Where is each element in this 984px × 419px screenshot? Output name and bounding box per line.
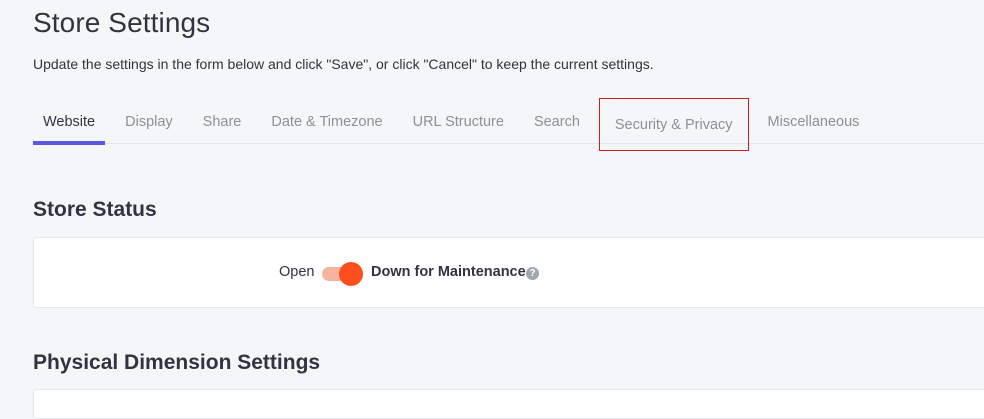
tab-security-privacy[interactable]: Security & Privacy — [598, 98, 749, 151]
store-status-row: Open Down for Maintenance ? — [34, 238, 984, 307]
physical-dimension-panel — [33, 389, 984, 419]
settings-tabs: Website Display Share Date & Timezone UR… — [33, 98, 984, 151]
question-mark-icon[interactable]: ? — [526, 267, 539, 280]
tab-share[interactable]: Share — [193, 100, 252, 144]
tab-miscellaneous[interactable]: Miscellaneous — [758, 100, 870, 144]
store-status-panel: Open Down for Maintenance ? — [33, 237, 984, 308]
store-status-heading: Store Status — [33, 198, 157, 221]
down-for-maintenance-label: Down for Maintenance — [371, 264, 526, 280]
open-label: Open — [279, 264, 315, 280]
tab-url-structure[interactable]: URL Structure — [403, 100, 514, 144]
page-title: Store Settings — [33, 7, 211, 38]
page-subtitle: Update the settings in the form below an… — [33, 56, 654, 72]
tab-search[interactable]: Search — [524, 100, 590, 144]
toggle-knob[interactable] — [339, 262, 363, 286]
physical-dimension-heading: Physical Dimension Settings — [33, 351, 321, 374]
tab-website[interactable]: Website — [33, 100, 106, 145]
tab-date-timezone[interactable]: Date & Timezone — [261, 100, 392, 144]
maintenance-toggle[interactable] — [322, 262, 363, 286]
tab-display[interactable]: Display — [115, 100, 183, 144]
